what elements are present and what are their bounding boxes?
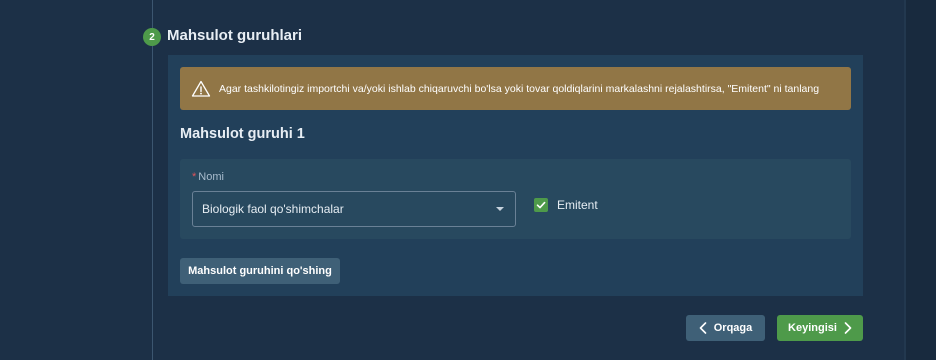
- name-select[interactable]: Biologik faol qo'shimchalar: [192, 191, 516, 227]
- emitent-checkbox[interactable]: [534, 198, 548, 212]
- step-number-badge: 2: [143, 28, 161, 46]
- step-timeline-line: [152, 0, 153, 360]
- chevron-right-icon: [844, 322, 852, 334]
- caret-down-icon: [496, 207, 504, 211]
- chevron-left-icon: [699, 322, 707, 334]
- warning-text: Agar tashkilotingiz importchi va/yoki is…: [219, 82, 820, 95]
- name-select-value: Biologik faol qo'shimchalar: [202, 202, 344, 216]
- emitent-warning-banner: Agar tashkilotingiz importchi va/yoki is…: [180, 67, 851, 110]
- required-mark: *: [192, 171, 197, 183]
- product-group-title: Mahsulot guruhi 1: [180, 126, 305, 142]
- back-button-label: Orqaga: [713, 322, 753, 334]
- emitent-checkbox-label[interactable]: Emitent: [557, 198, 598, 212]
- add-product-group-button[interactable]: Mahsulot guruhini qo'shing: [180, 258, 340, 284]
- back-button[interactable]: Orqaga: [686, 315, 765, 341]
- step-title: Mahsulot guruhlari: [167, 27, 302, 44]
- next-button[interactable]: Keyingisi: [777, 315, 863, 341]
- right-panel: [906, 0, 936, 360]
- check-icon: [536, 201, 546, 209]
- name-field-label: * Nomi: [192, 171, 224, 183]
- next-button-label: Keyingisi: [788, 322, 837, 334]
- warning-triangle-icon: [191, 80, 211, 97]
- name-field-label-text: Nomi: [198, 171, 224, 183]
